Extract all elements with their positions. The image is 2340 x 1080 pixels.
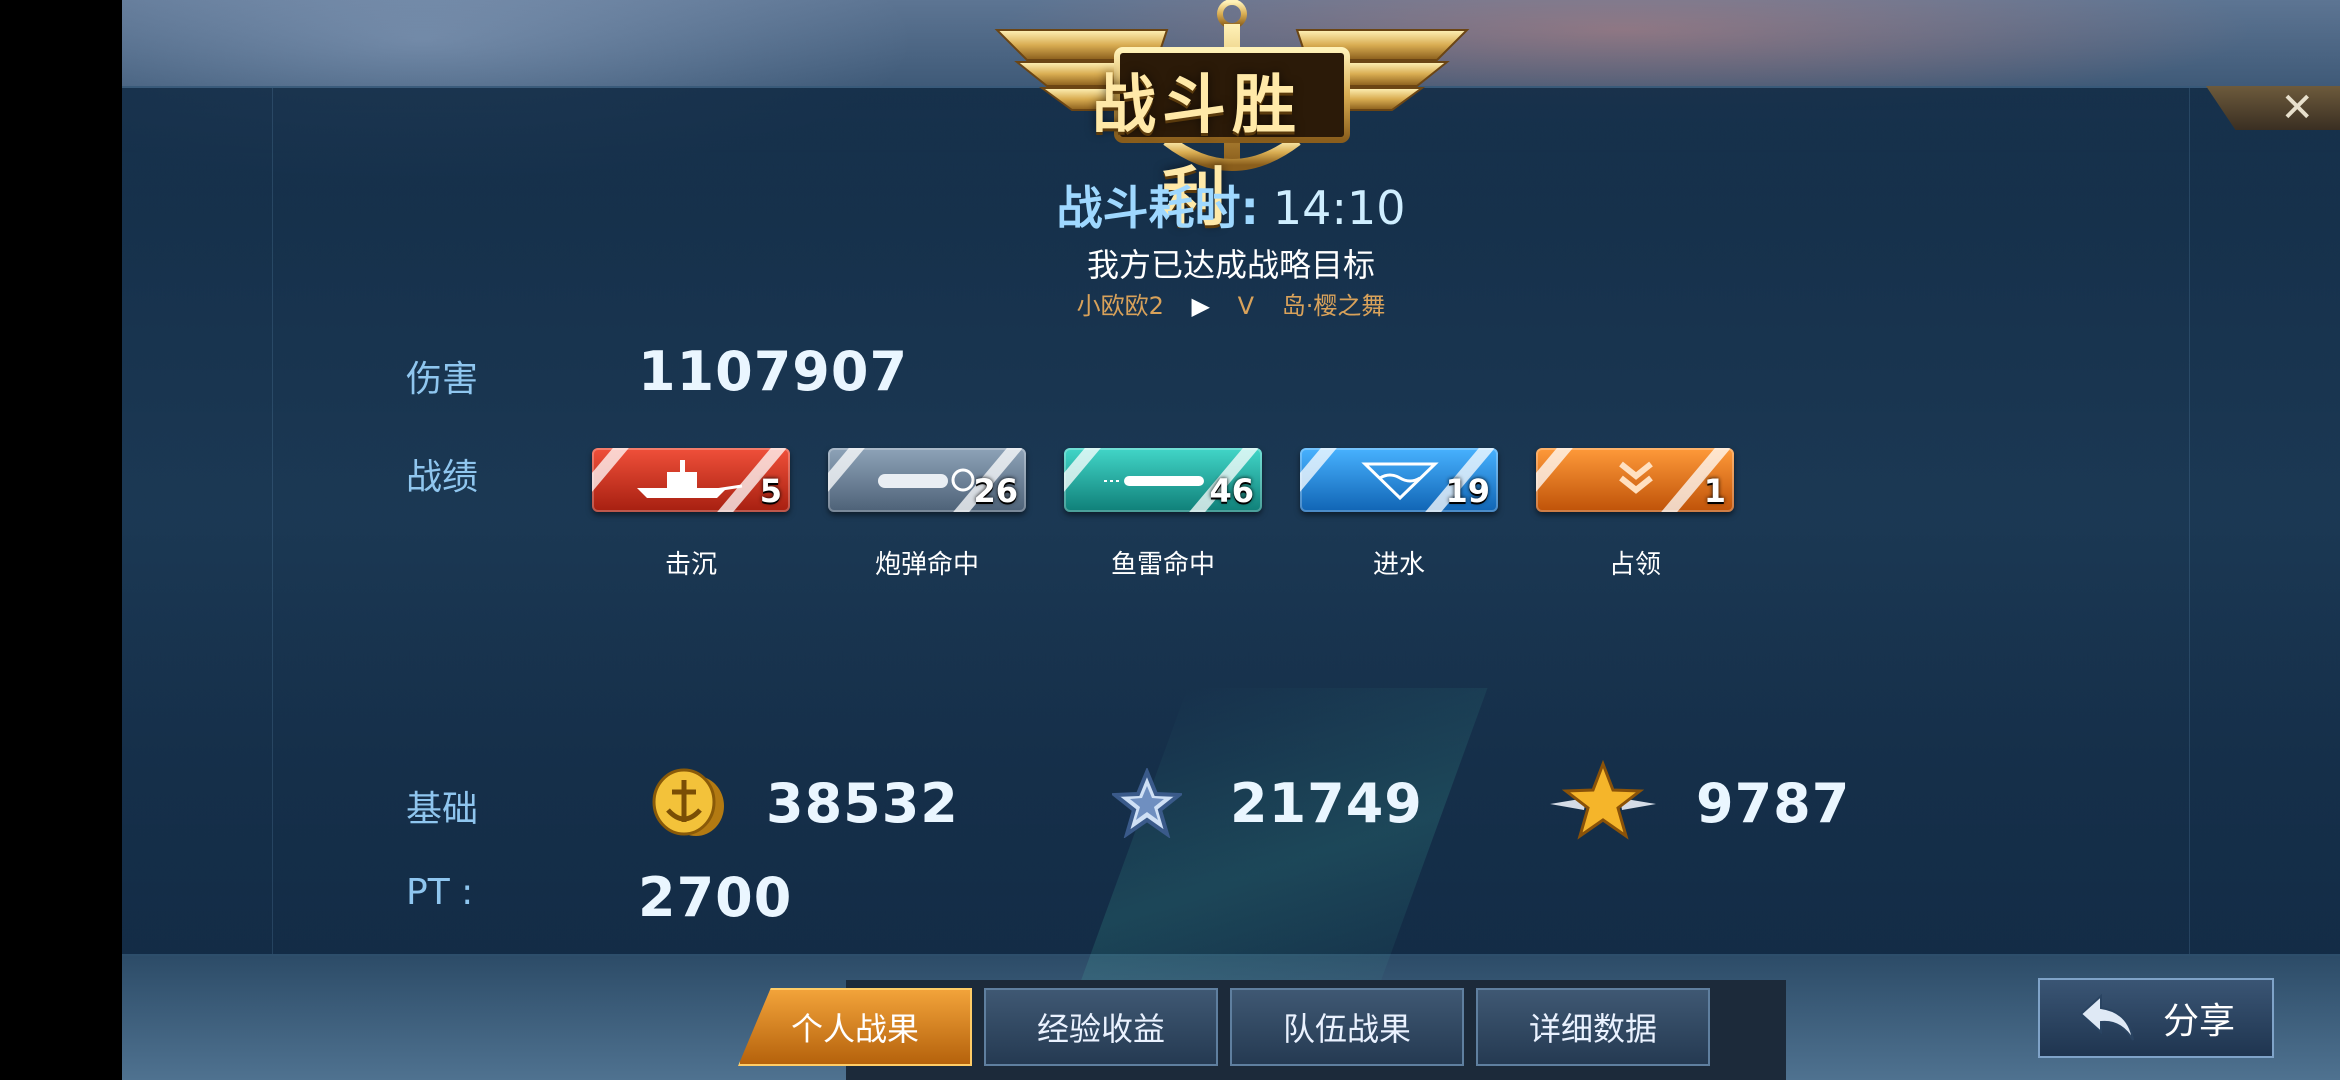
capture-chevron-icon <box>1619 461 1653 494</box>
shell-hit-label: 炮弹命中 <box>874 550 979 580</box>
tab-team-result[interactable]: 队伍战果 <box>1230 988 1464 1066</box>
badge-flooding[interactable]: 19 <box>1300 448 1498 512</box>
share-arrow-icon <box>2079 993 2134 1041</box>
flooding-label: 进水 <box>1372 550 1425 580</box>
silver-star-value: 21749 <box>1230 772 1423 835</box>
badge-capture[interactable]: 1 <box>1536 448 1734 512</box>
pt-label: PT : <box>406 872 474 913</box>
gold-winged-star-icon <box>1550 760 1656 840</box>
rank-text: V <box>1237 292 1255 320</box>
torpedo-icon <box>1104 476 1204 486</box>
coin-value: 38532 <box>766 772 959 835</box>
objective-text: 我方已达成战略目标 <box>1086 246 1375 284</box>
damage-value: 1107907 <box>638 340 909 403</box>
badge-torpedo-hit[interactable]: 46 <box>1064 448 1262 512</box>
result-tabs: 个人战果 经验收益 队伍战果 详细数据 <box>738 980 1878 1080</box>
flooding-count: 19 <box>1445 472 1490 510</box>
torpedo-hit-label: 鱼雷命中 <box>1110 550 1215 580</box>
share-label[interactable]: 分享 <box>2163 992 2235 1044</box>
player-info: 小欧欧2 ▶ V 岛·樱之舞 <box>122 286 2340 321</box>
torpedo-hit-count: 46 <box>1209 472 1254 510</box>
badge-sink[interactable]: 5 <box>592 448 790 512</box>
capture-count: 1 <box>1703 472 1726 510</box>
duration-value: 14:10 <box>1272 181 1406 235</box>
share-button[interactable]: 分享 <box>2038 978 2274 1058</box>
gold-coin-icon <box>652 768 724 836</box>
pt-value: 2700 <box>638 866 793 929</box>
duration-label: 战斗耗时: <box>1056 181 1259 235</box>
map-name: 岛·樱之舞 <box>1281 292 1386 320</box>
tab-exp-earnings[interactable]: 经验收益 <box>984 988 1218 1066</box>
capture-label: 占领 <box>1608 550 1661 580</box>
shell-hit-icon <box>878 468 975 492</box>
sink-label: 击沉 <box>664 550 717 580</box>
player-name: 小欧欧2 <box>1076 292 1164 320</box>
record-label: 战绩 <box>406 457 479 498</box>
battle-duration: 战斗耗时: 14:10 <box>122 172 2340 238</box>
shell-hit-count: 26 <box>973 472 1018 510</box>
tab-detailed-data[interactable]: 详细数据 <box>1476 988 1710 1066</box>
tab-personal-result[interactable]: 个人战果 <box>738 988 972 1066</box>
flooding-icon <box>1361 462 1439 501</box>
sinking-ship-icon <box>637 460 743 498</box>
damage-label: 伤害 <box>406 359 479 400</box>
silver-star-icon <box>1112 768 1182 838</box>
victory-emblem: 战斗胜利 <box>867 0 1597 235</box>
sink-count: 5 <box>759 472 782 510</box>
game-background: 战斗胜利 ✕ 战斗耗时: 14:10 我方已达成战略目标 小欧欧2 ▶ V 岛·樱… <box>122 0 2340 1080</box>
arrow-icon: ▶ <box>1191 292 1211 320</box>
badge-shell-hit[interactable]: 26 <box>828 448 1026 512</box>
gold-star-value: 9787 <box>1696 772 1851 835</box>
close-icon[interactable]: ✕ <box>2280 88 2314 128</box>
base-label: 基础 <box>406 789 479 830</box>
